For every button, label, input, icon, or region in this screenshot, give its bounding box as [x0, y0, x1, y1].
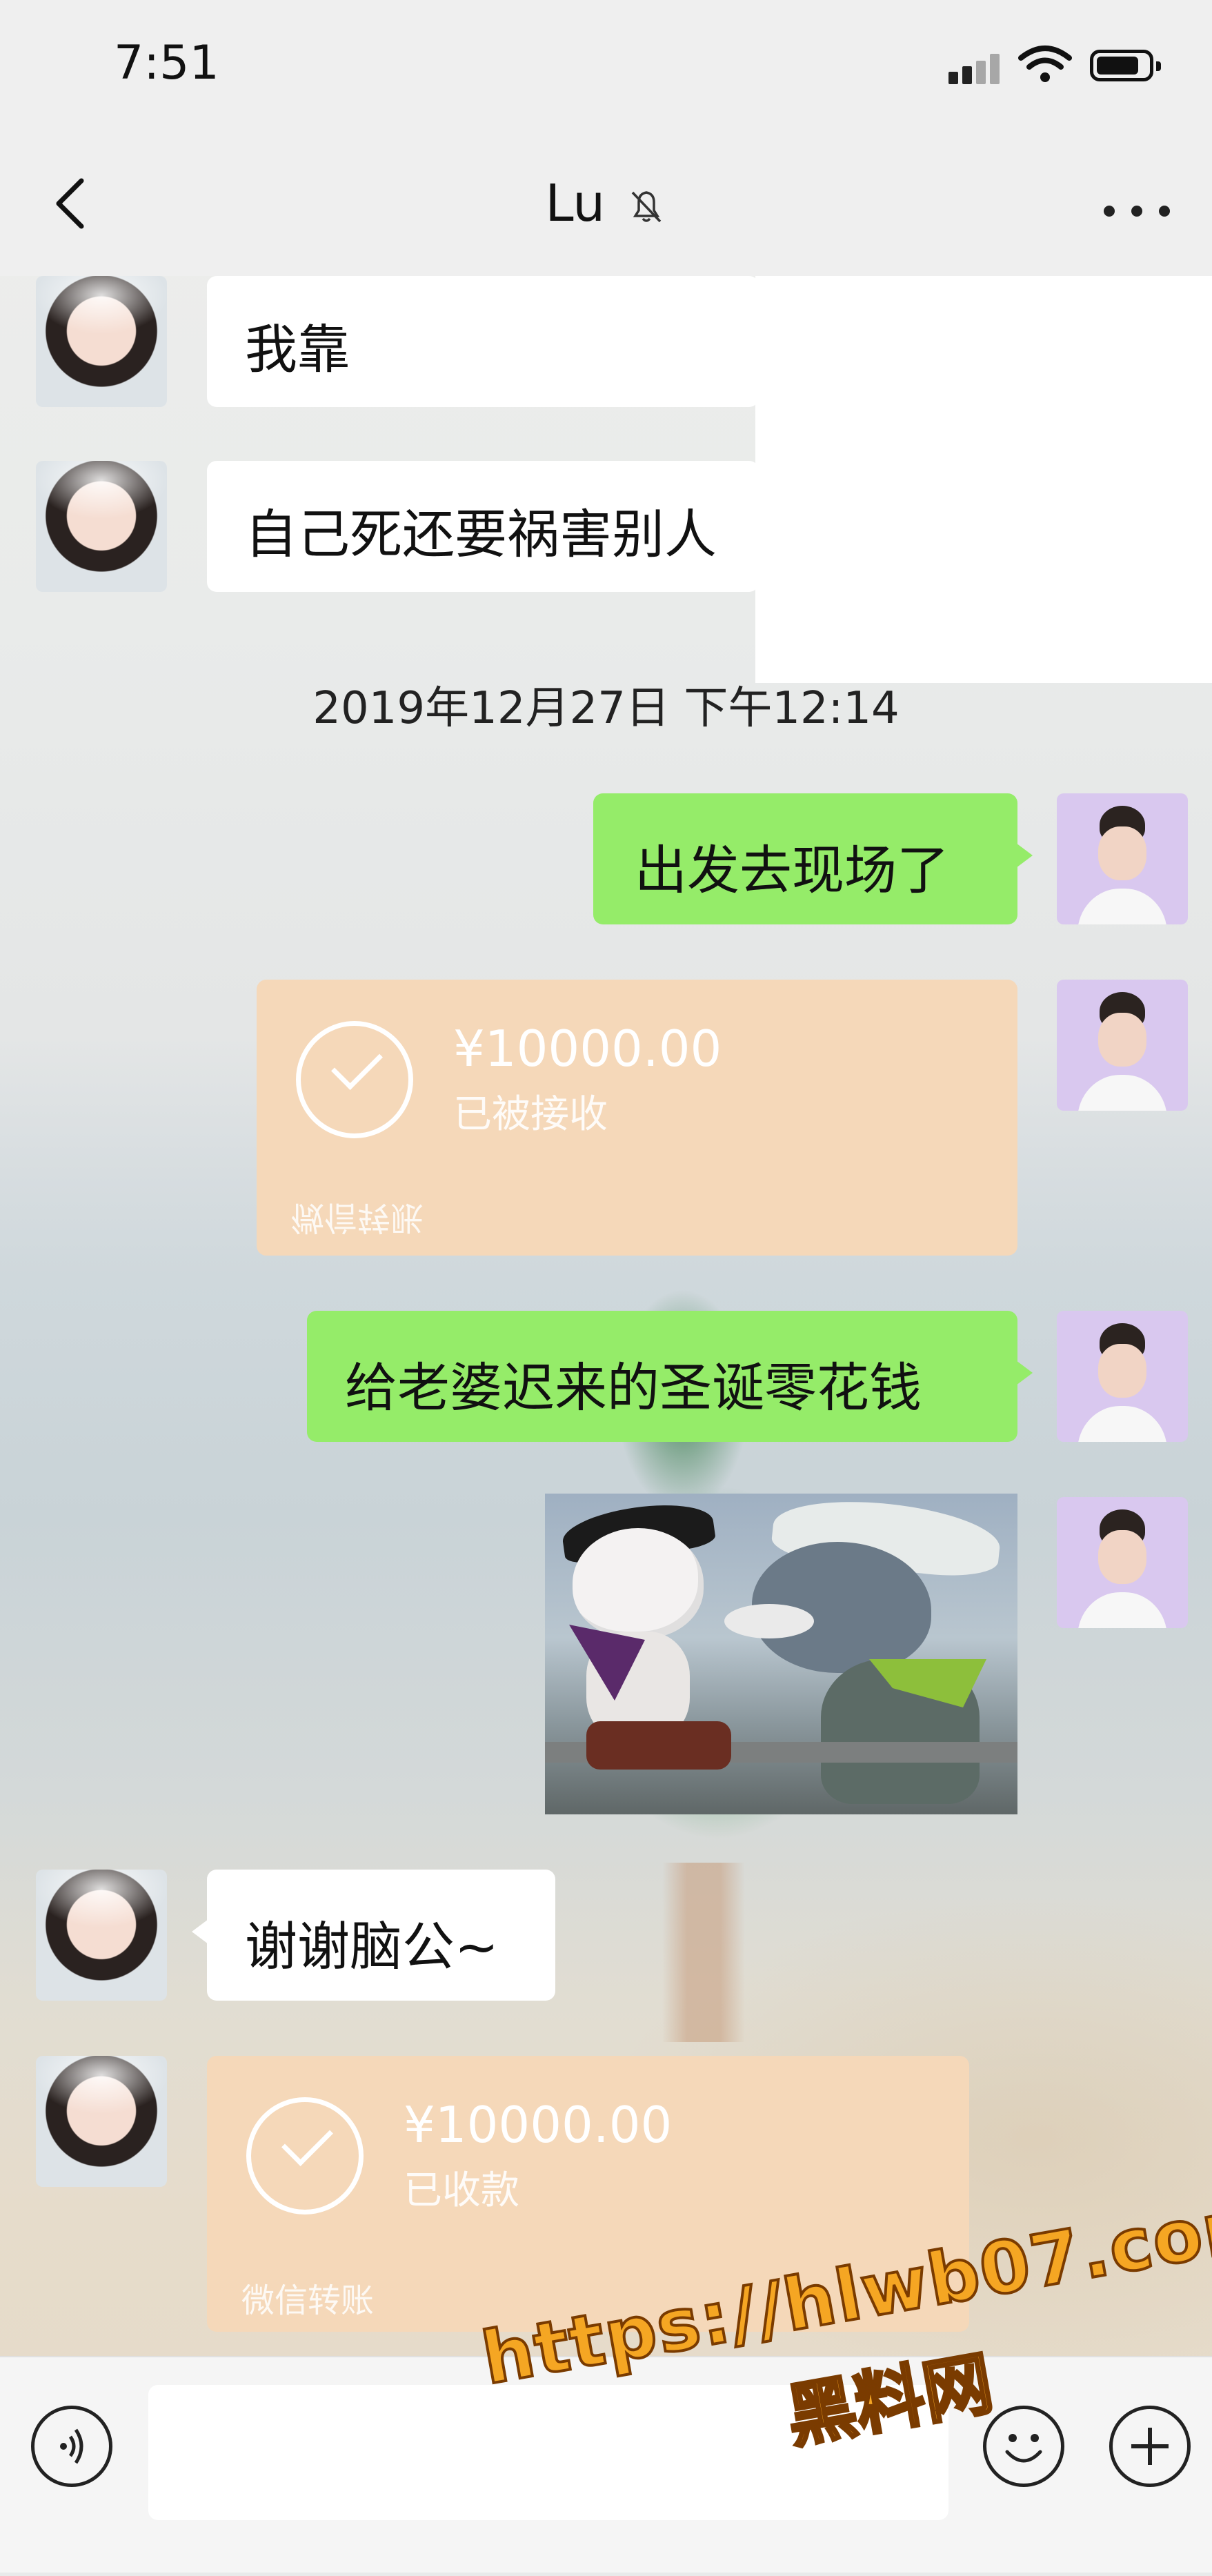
watermark-text: 黑料网 [779, 2341, 1000, 2459]
transfer-card[interactable]: ¥10000.00 已被接收 微信转账 [257, 980, 1017, 1256]
contact-avatar[interactable] [36, 1870, 167, 2001]
message-text: 谢谢脑公~ [245, 1916, 499, 1977]
chat-header: Lu [0, 131, 1212, 276]
transfer-amount: ¥10000.00 [404, 2096, 673, 2154]
mute-icon [631, 191, 661, 223]
user-avatar[interactable] [1057, 793, 1188, 924]
transfer-amount: ¥10000.00 [453, 1020, 722, 1078]
wifi-icon [1018, 46, 1072, 82]
user-avatar[interactable] [1057, 1311, 1188, 1442]
status-time: 7:51 [114, 36, 219, 90]
message-text: 出发去现场了 [635, 840, 949, 901]
message-bubble-sent[interactable]: 给老婆迟来的圣诞零花钱 [307, 1311, 1033, 1442]
message-bubble-received[interactable]: 自己死还要祸害别人 [207, 461, 759, 592]
message-timestamp: 2019年12月27日 下午12:14 [312, 683, 900, 734]
contact-avatar[interactable] [36, 276, 167, 407]
image-message[interactable] [545, 1494, 1017, 1814]
check-icon [296, 1021, 413, 1138]
background-figure-legs [662, 1863, 745, 2042]
message-bubble-received[interactable]: 谢谢脑公~ [192, 1870, 555, 2001]
battery-icon [1090, 50, 1161, 81]
check-icon [246, 2097, 364, 2215]
transfer-label: 微信转账 [241, 2281, 375, 2320]
more-icon[interactable] [1104, 200, 1173, 221]
transfer-status: 已被接收 [453, 1092, 608, 1137]
transfer-status: 已收款 [404, 2168, 519, 2213]
user-avatar[interactable] [1057, 1497, 1188, 1628]
contact-avatar[interactable] [36, 461, 167, 592]
message-text: 我靠 [245, 319, 350, 380]
status-bar: 7:51 [0, 0, 1212, 131]
contact-name: Lu [545, 174, 606, 233]
message-text: 自己死还要祸害别人 [245, 504, 717, 565]
message-bubble-received[interactable]: 我靠 [207, 276, 759, 407]
redaction-block [755, 276, 1212, 683]
chat-title: Lu [0, 174, 1212, 233]
message-text: 给老婆迟来的圣诞零花钱 [345, 1357, 922, 1418]
user-avatar[interactable] [1057, 980, 1188, 1111]
signal-icon [948, 54, 1004, 84]
voice-icon[interactable] [31, 2406, 112, 2487]
transfer-label: 微信转账 [291, 1198, 424, 1237]
contact-avatar[interactable] [36, 2056, 167, 2187]
message-bubble-sent[interactable]: 出发去现场了 [593, 793, 1033, 924]
